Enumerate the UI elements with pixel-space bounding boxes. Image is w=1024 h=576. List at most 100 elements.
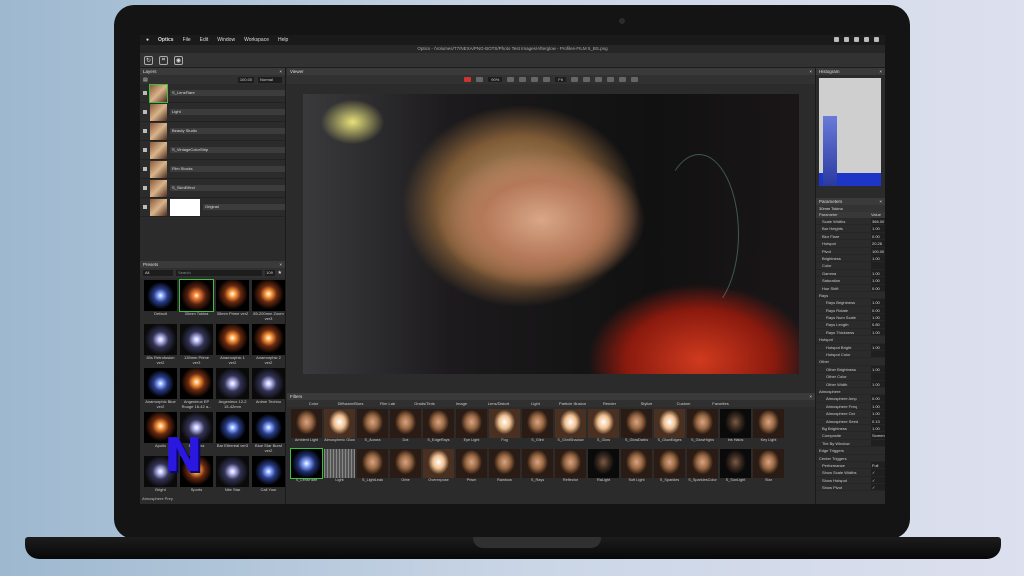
fit-select[interactable]: Fit — [555, 77, 566, 82]
parameter-row[interactable]: Center Triggers — [816, 455, 885, 462]
parameter-row[interactable]: Hotspot Color — [816, 351, 885, 359]
preset-item[interactable]: 35mm Prime ver2 — [216, 280, 249, 322]
tab-favorites[interactable]: Favorites — [702, 401, 739, 406]
close-icon[interactable]: × — [809, 68, 812, 75]
parameter-row[interactable]: Other Brightness 1.00 — [816, 365, 885, 374]
tab-diffusion[interactable]: Diffusion/Blurs — [332, 401, 369, 406]
preset-item[interactable]: Call Your — [252, 456, 285, 498]
parameter-value[interactable] — [871, 351, 885, 358]
battery-icon[interactable] — [874, 37, 879, 42]
filter-item[interactable]: S_GlowEdges — [654, 409, 685, 445]
filter-item[interactable]: S_Aurora — [357, 409, 388, 445]
parameter-row[interactable]: Tint By Window — [816, 439, 885, 448]
parameter-value[interactable]: 366.00 — [871, 218, 885, 225]
preset-item[interactable]: 85-200mm Zoom ver3 — [252, 280, 285, 322]
filter-item[interactable]: Orbe — [390, 449, 421, 485]
parameter-value[interactable] — [871, 373, 885, 380]
parameter-row[interactable]: Rays — [816, 292, 885, 300]
parameter-row[interactable]: Rays Rotate 0.00 — [816, 306, 885, 315]
visibility-icon[interactable] — [143, 91, 147, 95]
layer-name[interactable]: Original — [203, 204, 285, 210]
parameter-row[interactable]: Atmosphere Oct 1.00 — [816, 410, 885, 418]
status-icon[interactable] — [854, 37, 859, 42]
close-icon[interactable]: × — [279, 261, 282, 268]
visibility-icon[interactable] — [143, 205, 147, 209]
preset-item[interactable]: 30mm Tokina — [179, 279, 214, 322]
layer-row[interactable]: Beauty Studio — [140, 122, 285, 141]
status-icon[interactable] — [834, 37, 839, 42]
target-icon[interactable]: ◉ — [174, 55, 183, 65]
apple-icon[interactable]: ● — [146, 37, 149, 43]
parameter-row[interactable]: Atmosphere Seed 0.13 — [816, 417, 885, 425]
filter-item[interactable]: S_LensFlare — [290, 448, 323, 485]
crop-icon[interactable]: ⌗ — [159, 55, 168, 65]
rotate-icon[interactable]: ↻ — [144, 55, 153, 65]
filter-item[interactable]: S_SparklesColor — [687, 449, 718, 485]
close-icon[interactable]: × — [809, 393, 812, 400]
parameter-value[interactable]: ✓ — [871, 476, 885, 484]
tab-stylize[interactable]: Stylize — [628, 401, 665, 406]
parameter-row[interactable]: Rays Num Scale 1.00 — [816, 314, 885, 322]
parameter-row[interactable]: Show Pivot ✓ — [816, 484, 885, 492]
close-icon[interactable]: × — [279, 68, 282, 75]
parameter-value[interactable]: 1.00 — [871, 225, 885, 232]
filter-item[interactable]: Overexpose — [423, 449, 454, 485]
layer-name[interactable]: Light — [170, 109, 285, 115]
filter-item[interactable]: RaLight — [588, 449, 619, 485]
parameter-row[interactable]: Hotspot 20.26 — [816, 240, 885, 248]
parameter-value[interactable]: 20.26 — [871, 240, 885, 247]
layer-name[interactable]: Film Stocks — [170, 166, 285, 172]
layer-row[interactable]: S_VintageColorStrip — [140, 141, 285, 160]
filter-item[interactable]: Eye Light — [456, 409, 487, 445]
menu-workspace[interactable]: Workspace — [244, 37, 269, 43]
layer-name[interactable]: S_VintageColorStrip — [170, 147, 285, 153]
tab-render[interactable]: Render — [591, 401, 628, 406]
filter-item[interactable]: S_EdgeRays — [423, 409, 454, 445]
parameter-row[interactable]: Atmosphere — [816, 388, 885, 396]
parameter-value[interactable]: Screen — [871, 432, 885, 439]
menu-help[interactable]: Help — [278, 37, 288, 43]
layer-row[interactable]: S_LensFlare — [140, 83, 285, 103]
parameter-value[interactable] — [871, 336, 885, 342]
parameter-row[interactable]: Color — [816, 262, 885, 270]
preset-item[interactable]: Angenieux EP Rouge 16-42 a... — [180, 368, 213, 410]
parameter-value[interactable]: 0.00 — [871, 395, 885, 402]
preset-item[interactable]: Anamorphic 1 ver2 — [216, 324, 249, 366]
filter-item[interactable]: S_GlowDarks — [621, 409, 652, 445]
parameter-value[interactable]: ✓ — [871, 469, 885, 476]
parameter-row[interactable]: Hue Shift 0.00 — [816, 284, 885, 292]
preset-item[interactable]: Anamorphic Blue ver2 — [144, 368, 177, 410]
parameter-value[interactable] — [871, 447, 885, 453]
parameter-row[interactable]: Brightness 1.00 — [816, 254, 885, 263]
parameter-row[interactable]: Scale Widths 366.00 — [816, 218, 885, 226]
tab-custom[interactable]: Custom — [665, 401, 702, 406]
parameter-row[interactable]: Saturation 1.00 — [816, 277, 885, 285]
parameter-row[interactable]: Other Width 1.00 — [816, 380, 885, 388]
menu-edit[interactable]: Edit — [200, 37, 209, 43]
parameter-row[interactable]: Atmosphere Freq 1.00 — [816, 402, 885, 411]
parameter-row[interactable]: Rays Thickness 1.00 — [816, 328, 885, 337]
preset-item[interactable]: Default — [144, 280, 177, 322]
parameter-value[interactable]: ✓ — [871, 484, 885, 491]
add-layer-icon[interactable]: ▤ — [143, 77, 148, 83]
close-icon[interactable]: × — [879, 68, 882, 75]
parameter-value[interactable]: 1.00 — [871, 402, 885, 410]
layer-name[interactable]: Beauty Studio — [170, 128, 285, 134]
parameter-value[interactable]: 1.00 — [871, 410, 885, 417]
visibility-icon[interactable] — [143, 167, 147, 171]
filter-item[interactable]: Prism — [456, 449, 487, 485]
parameter-row[interactable]: Bg Brightness 1.00 — [816, 424, 885, 433]
zoom-field[interactable]: 90% — [488, 77, 503, 82]
parameter-value[interactable]: 1.00 — [871, 365, 885, 373]
parameter-value[interactable]: 1.00 — [871, 277, 885, 284]
tab-lens[interactable]: Lens/Distort — [480, 401, 517, 406]
visibility-icon[interactable] — [143, 148, 147, 152]
parameter-value[interactable] — [871, 292, 885, 298]
view-icon[interactable] — [582, 77, 590, 82]
visibility-icon[interactable] — [143, 110, 147, 114]
preset-item[interactable]: Anamorphic 2 ver2 — [252, 324, 285, 366]
histogram-icon[interactable] — [630, 77, 638, 82]
color-channel-icon[interactable] — [464, 77, 472, 82]
parameter-row[interactable]: Show Hotspot ✓ — [816, 476, 885, 485]
layer-row[interactable]: Original — [140, 198, 285, 217]
